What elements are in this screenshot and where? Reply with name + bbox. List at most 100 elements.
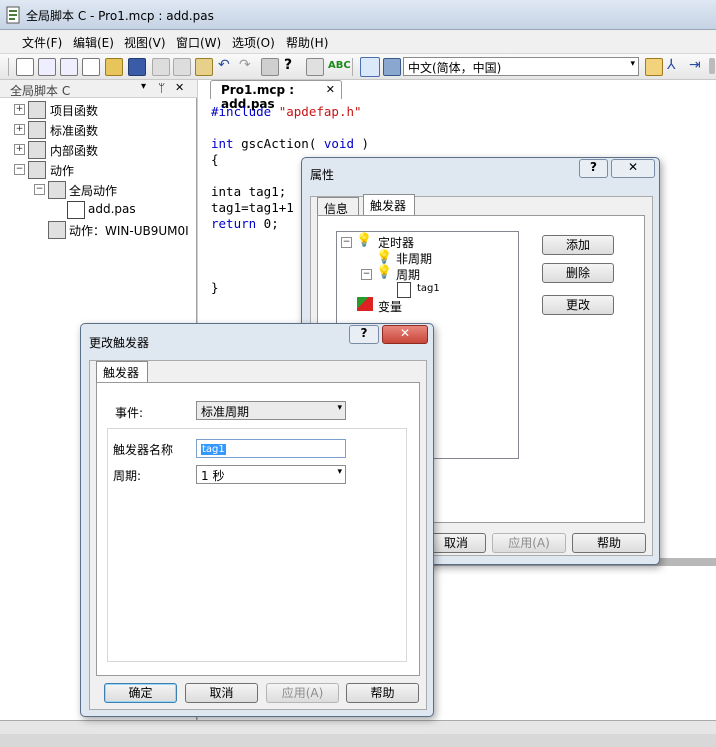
language-select[interactable]: 中文(简体，中国) ▾ xyxy=(403,57,639,76)
menu-bar: 文件(F) 编辑(E) 视图(V) 窗口(W) 选项(O) 帮助(H) xyxy=(0,30,716,54)
window-title: 全局脚本 C - Pro1.mcp : add.pas xyxy=(26,9,214,23)
trigger-name-label: 触发器名称 xyxy=(113,443,174,457)
menu-options[interactable]: 选项(O) xyxy=(232,34,275,51)
help-button[interactable]: 帮助 xyxy=(572,533,646,553)
redo-icon[interactable]: ↷ xyxy=(239,58,255,74)
pin-icon[interactable]: ᛘ xyxy=(158,81,165,95)
function-folder-icon xyxy=(28,121,46,139)
whats-this-icon[interactable]: ? xyxy=(284,58,300,74)
open-folder-icon[interactable] xyxy=(105,58,123,76)
info-icon[interactable] xyxy=(383,58,401,76)
function-folder-icon xyxy=(28,141,46,159)
menu-view[interactable]: 视图(V) xyxy=(124,34,166,51)
folder-icon[interactable] xyxy=(645,58,663,76)
expand-icon[interactable]: + xyxy=(14,124,25,135)
sidebar-item-add-pas[interactable]: add.pas xyxy=(88,202,136,216)
ok-button[interactable]: 确定 xyxy=(104,683,177,703)
close-icon[interactable]: ✕ xyxy=(175,81,184,94)
import-icon[interactable]: ⇥ xyxy=(689,58,705,74)
change-button[interactable]: 更改 xyxy=(542,295,614,315)
tab-info[interactable]: 信息 xyxy=(317,197,359,216)
dialog-title: 更改触发器 xyxy=(89,336,150,350)
apply-button: 应用(A) xyxy=(266,683,339,703)
add-button[interactable]: 添加 xyxy=(542,235,614,255)
document-icon[interactable] xyxy=(82,58,100,76)
sidebar-item-standard-functions[interactable]: 标准函数 xyxy=(50,122,98,139)
help-button[interactable]: ? xyxy=(579,159,608,178)
keyword: int xyxy=(211,136,234,151)
sidebar-item-internal-functions[interactable]: 内部函数 xyxy=(50,142,98,159)
toolbar: ↶ ↷ ? ABC 中文(简体，中国) ▾ ⅄ ⇥ xyxy=(0,54,716,80)
close-button[interactable]: ✕ xyxy=(382,325,428,344)
compile-icon[interactable] xyxy=(306,58,324,76)
copy-icon[interactable] xyxy=(173,58,191,76)
cancel-button[interactable]: 取消 xyxy=(185,683,258,703)
tree-item-timer[interactable]: 定时器 xyxy=(378,234,414,251)
new-function-icon[interactable] xyxy=(38,58,56,76)
string-literal: "apdefap.h" xyxy=(278,104,362,119)
sidebar-item-global-actions[interactable]: 全局动作 xyxy=(69,182,117,199)
chevron-down-icon[interactable]: ▾ xyxy=(141,81,146,92)
paste-icon[interactable] xyxy=(195,58,213,76)
action-folder-icon xyxy=(28,161,46,179)
code-line: } xyxy=(211,280,219,295)
toolbar-grip xyxy=(8,58,9,76)
timer-icon: 💡 xyxy=(356,233,373,248)
code-text: ) xyxy=(354,136,370,151)
save-icon[interactable] xyxy=(128,58,146,76)
computer-action-icon xyxy=(48,221,66,239)
collapse-icon[interactable]: − xyxy=(341,237,352,248)
event-value: 标准周期 xyxy=(201,405,250,419)
tab-trigger[interactable]: 触发器 xyxy=(96,361,148,383)
chevron-down-icon: ▾ xyxy=(630,59,635,69)
menu-window[interactable]: 窗口(W) xyxy=(176,34,221,51)
app-icon xyxy=(6,6,20,24)
horizontal-scrollbar[interactable] xyxy=(0,720,716,734)
close-icon[interactable]: ✕ xyxy=(326,83,335,96)
new-icon[interactable] xyxy=(16,58,34,76)
tag-variable-icon xyxy=(357,297,373,311)
tab-add-pas[interactable]: Pro1.mcp : add.pas ✕ xyxy=(210,80,342,111)
trigger-clock-icon[interactable] xyxy=(360,57,380,77)
delete-button[interactable]: 删除 xyxy=(542,263,614,283)
expand-icon[interactable]: + xyxy=(14,104,25,115)
code-text: gscAction( xyxy=(233,136,324,151)
close-button[interactable]: ✕ xyxy=(611,159,655,178)
menu-file[interactable]: 文件(F) xyxy=(22,34,62,51)
event-label: 事件: xyxy=(115,406,144,420)
code-line: tag1=tag1+1 xyxy=(211,200,294,215)
period-select[interactable]: 1 秒 ▾ xyxy=(196,465,346,484)
tag-icon[interactable]: ⅄ xyxy=(667,58,683,74)
collapse-icon[interactable]: − xyxy=(34,184,45,195)
tree-item-cyclic[interactable]: 周期 xyxy=(396,266,420,283)
abc-icon[interactable]: ABC xyxy=(328,58,351,74)
language-value: 中文(简体，中国) xyxy=(408,61,502,75)
collapse-icon[interactable]: − xyxy=(14,164,25,175)
code-line: inta tag1; xyxy=(211,184,287,199)
toolbar-overflow[interactable] xyxy=(709,58,715,74)
sidebar-item-project-functions[interactable]: 项目函数 xyxy=(50,102,98,119)
menu-help[interactable]: 帮助(H) xyxy=(286,34,328,51)
collapse-icon[interactable]: − xyxy=(361,269,372,280)
status-bar xyxy=(0,734,716,747)
undo-icon[interactable]: ↶ xyxy=(218,58,234,74)
print-icon[interactable] xyxy=(261,58,279,76)
menu-edit[interactable]: 编辑(E) xyxy=(73,34,114,51)
tree-item-tag1[interactable]: tag1 xyxy=(417,283,440,294)
expand-icon[interactable]: + xyxy=(14,144,25,155)
close-icon: ✕ xyxy=(627,160,639,174)
trigger-name-input[interactable]: tag1 xyxy=(196,439,346,458)
help-button[interactable]: ? xyxy=(349,325,379,344)
function-folder-icon xyxy=(28,101,46,119)
help-button[interactable]: 帮助 xyxy=(346,683,419,703)
new-action-icon[interactable] xyxy=(60,58,78,76)
sidebar-item-actions[interactable]: 动作 xyxy=(50,162,74,179)
period-label: 周期: xyxy=(113,469,142,483)
tree-item-acyclic[interactable]: 非周期 xyxy=(396,250,432,267)
cut-icon[interactable] xyxy=(152,58,170,76)
tree-item-tag[interactable]: 变量 xyxy=(378,298,402,315)
event-select[interactable]: 标准周期 ▾ xyxy=(196,401,346,420)
sidebar-item-win-actions[interactable]: 动作：WIN-UB9UM0I xyxy=(69,222,197,239)
tab-trigger[interactable]: 触发器 xyxy=(363,194,415,216)
toolbar-separator xyxy=(352,58,353,76)
